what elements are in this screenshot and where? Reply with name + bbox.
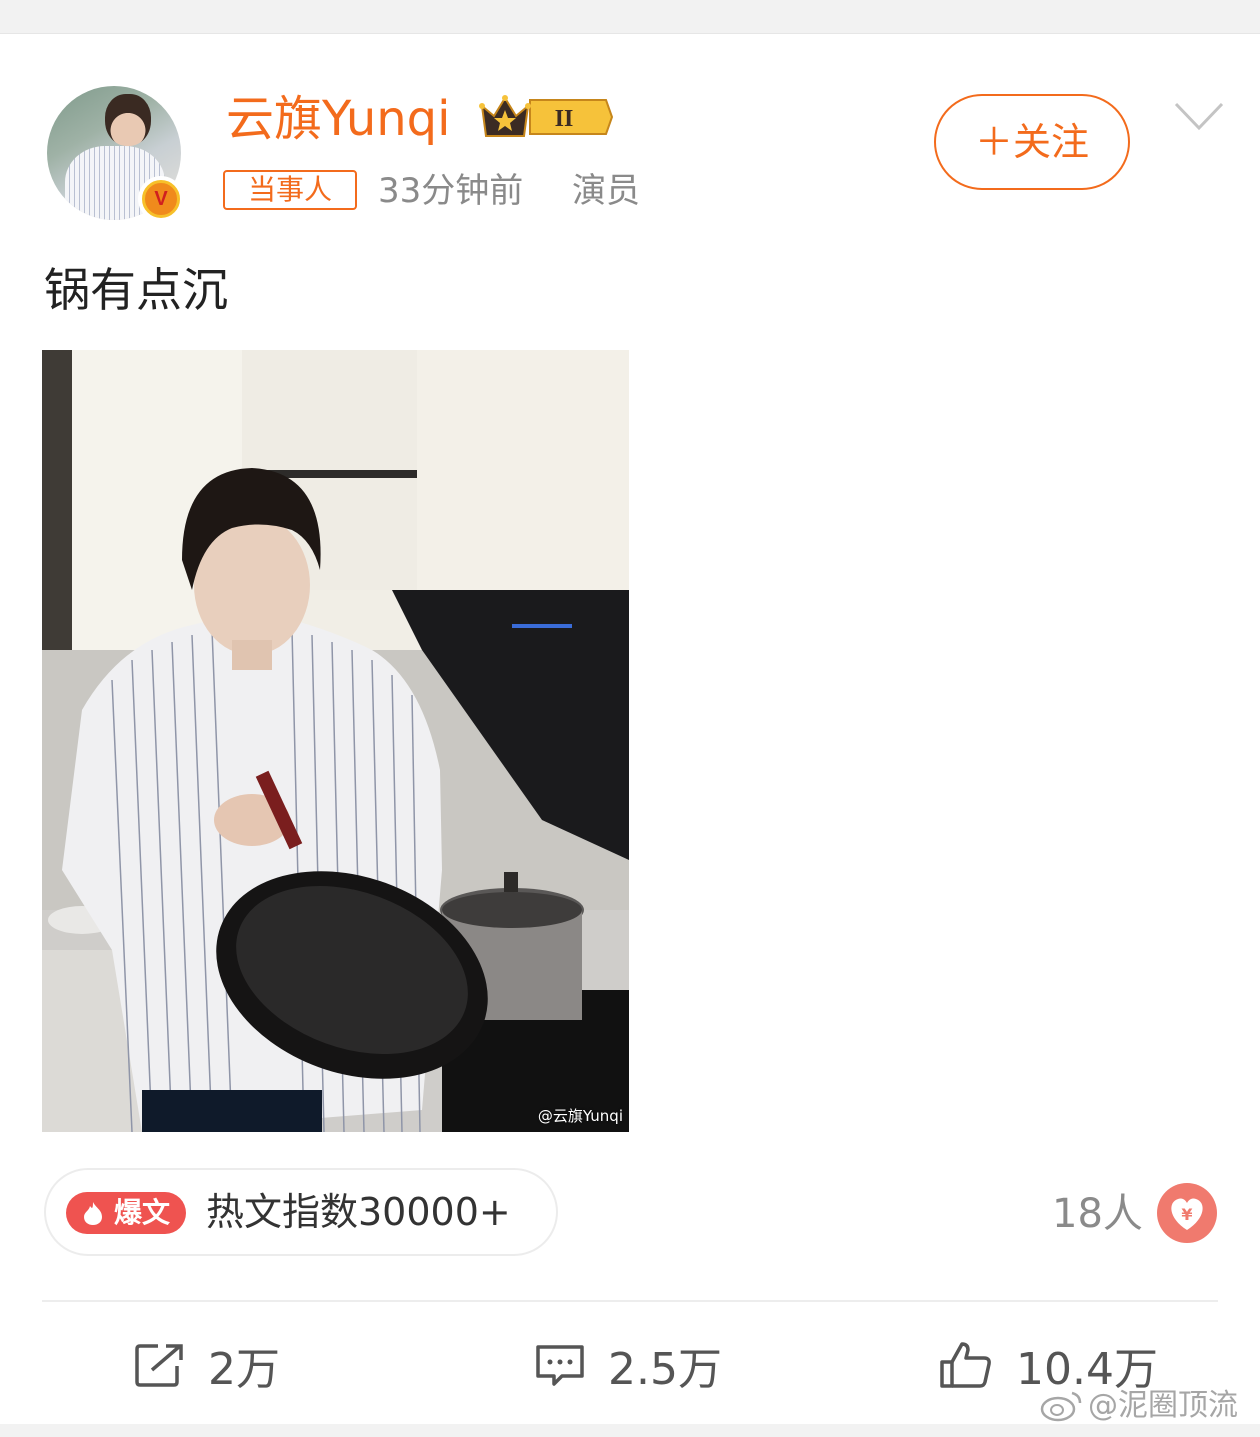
flame-icon — [84, 1202, 102, 1225]
post-image[interactable]: @云旗Yunqi — [42, 350, 629, 1132]
hot-article-pill[interactable]: 爆文 热文指数30000+ — [44, 1168, 558, 1256]
member-level: II — [555, 106, 574, 132]
footer-watermark: @泥圈顶流 — [1040, 1384, 1255, 1428]
member-crown-icon[interactable]: II — [478, 92, 614, 142]
svg-text:¥: ¥ — [1181, 1205, 1192, 1224]
post-time: 33分钟前 — [378, 171, 524, 211]
reward-count[interactable]: 18人 — [1052, 1186, 1143, 1242]
avatar-head — [105, 94, 151, 146]
weibo-logo-icon — [1040, 1391, 1082, 1422]
comment-icon — [536, 1345, 584, 1386]
top-bar — [0, 0, 1260, 34]
hot-badge: 爆文 — [66, 1192, 186, 1234]
hot-index-text: 热文指数30000+ — [206, 1190, 511, 1234]
heart-yuan-icon[interactable]: ¥ — [1156, 1182, 1218, 1244]
follow-button[interactable]: ＋关注 — [934, 94, 1130, 190]
post-text: 锅有点沉 — [44, 263, 228, 317]
divider — [42, 1300, 1218, 1302]
image-watermark: @云旗Yunqi — [537, 1107, 623, 1125]
bottom-bar — [0, 1424, 1260, 1437]
user-role: 演员 — [572, 171, 640, 211]
repost-button[interactable]: 2万 — [134, 1330, 280, 1400]
thumbs-up-icon — [940, 1342, 991, 1388]
comment-count: 2.5万 — [608, 1344, 722, 1395]
hot-badge-label: 爆文 — [114, 1196, 171, 1229]
verified-badge-icon: V — [138, 176, 184, 222]
footer-watermark-text: @泥圈顶流 — [1088, 1388, 1238, 1423]
username[interactable]: 云旗Yunqi — [226, 88, 450, 150]
comment-button[interactable]: 2.5万 — [534, 1330, 722, 1400]
repost-icon — [135, 1344, 183, 1387]
repost-count: 2万 — [208, 1344, 280, 1395]
chevron-down-icon[interactable] — [1172, 96, 1226, 136]
involved-party-tag: 当事人 — [223, 170, 357, 210]
